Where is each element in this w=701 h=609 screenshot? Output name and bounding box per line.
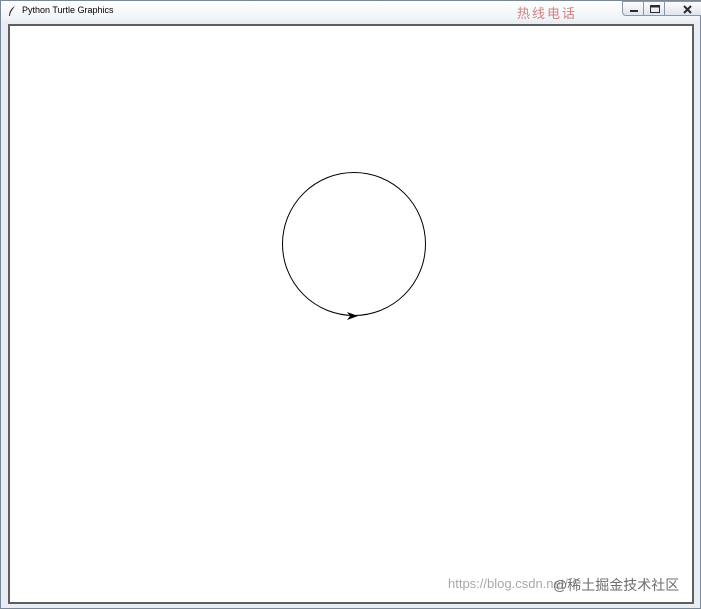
minimize-button[interactable] bbox=[622, 1, 644, 16]
close-icon bbox=[683, 5, 692, 14]
window-title: Python Turtle Graphics bbox=[22, 5, 114, 15]
background-title-text: 热线电话 bbox=[517, 6, 578, 21]
maximize-icon bbox=[650, 5, 660, 13]
close-button[interactable] bbox=[664, 1, 701, 16]
caption-buttons bbox=[622, 1, 701, 16]
turtle-canvas[interactable] bbox=[8, 24, 694, 604]
drawing-surface bbox=[282, 172, 426, 320]
watermark-url: https://blog.csdn.net/ bbox=[448, 576, 568, 591]
title-bar[interactable]: Python Turtle Graphics 热线电话 bbox=[1, 1, 701, 21]
turtle-window: Python Turtle Graphics 热线电话 https://blog… bbox=[0, 0, 701, 609]
watermark-overlay: @稀土掘金技术社区 bbox=[553, 577, 680, 593]
minimize-icon bbox=[630, 10, 638, 12]
arrow-cursor-icon bbox=[347, 312, 358, 320]
maximize-button[interactable] bbox=[643, 1, 665, 16]
feather-icon bbox=[9, 6, 15, 16]
drawn-circle bbox=[282, 172, 426, 316]
